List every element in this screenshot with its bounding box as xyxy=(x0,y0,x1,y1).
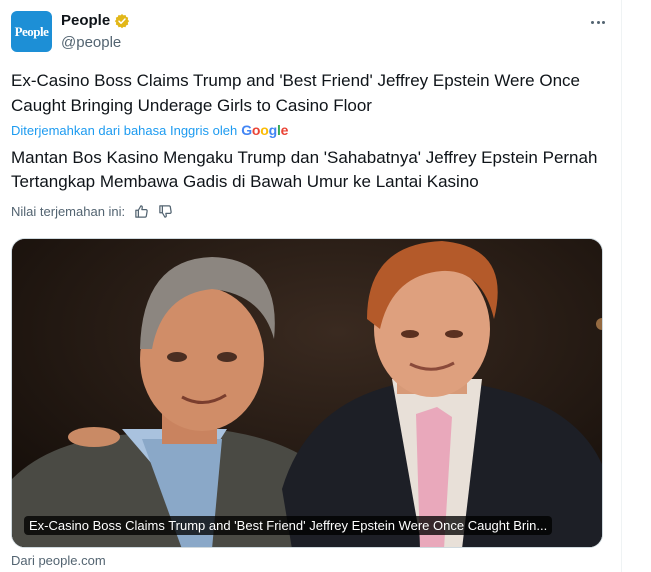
rate-translation-label: Nilai terjemahan ini: xyxy=(11,203,126,219)
author-name-row[interactable]: People xyxy=(61,12,130,29)
more-icon[interactable] xyxy=(587,13,609,31)
tweet-original-text: Ex-Casino Boss Claims Trump and 'Best Fr… xyxy=(11,71,580,115)
google-logo: Google xyxy=(241,122,289,138)
author-handle[interactable]: @people xyxy=(61,34,121,51)
translated-by-label: Diterjemahkan dari bahasa Inggris oleh xyxy=(11,122,238,138)
verified-badge-icon xyxy=(115,13,130,28)
column-divider xyxy=(621,0,622,572)
thumbs-down-icon[interactable] xyxy=(157,203,173,219)
card-caption: Ex-Casino Boss Claims Trump and 'Best Fr… xyxy=(24,516,553,535)
thumbs-up-icon[interactable] xyxy=(133,203,149,219)
avatar[interactable]: People xyxy=(11,11,52,52)
display-name[interactable]: People xyxy=(61,12,110,29)
article-photo xyxy=(12,239,602,547)
tweet-translated-text: Mantan Bos Kasino Mengaku Trump dan 'Sah… xyxy=(11,148,598,191)
link-preview-card[interactable]: Ex-Casino Boss Claims Trump and 'Best Fr… xyxy=(11,238,603,548)
rate-translation-row: Nilai terjemahan ini: xyxy=(11,203,173,219)
translation-attribution[interactable]: Diterjemahkan dari bahasa Inggris oleh G… xyxy=(11,122,288,138)
tweet-header: People People @people xyxy=(11,10,609,56)
link-source[interactable]: Dari people.com xyxy=(11,553,106,568)
